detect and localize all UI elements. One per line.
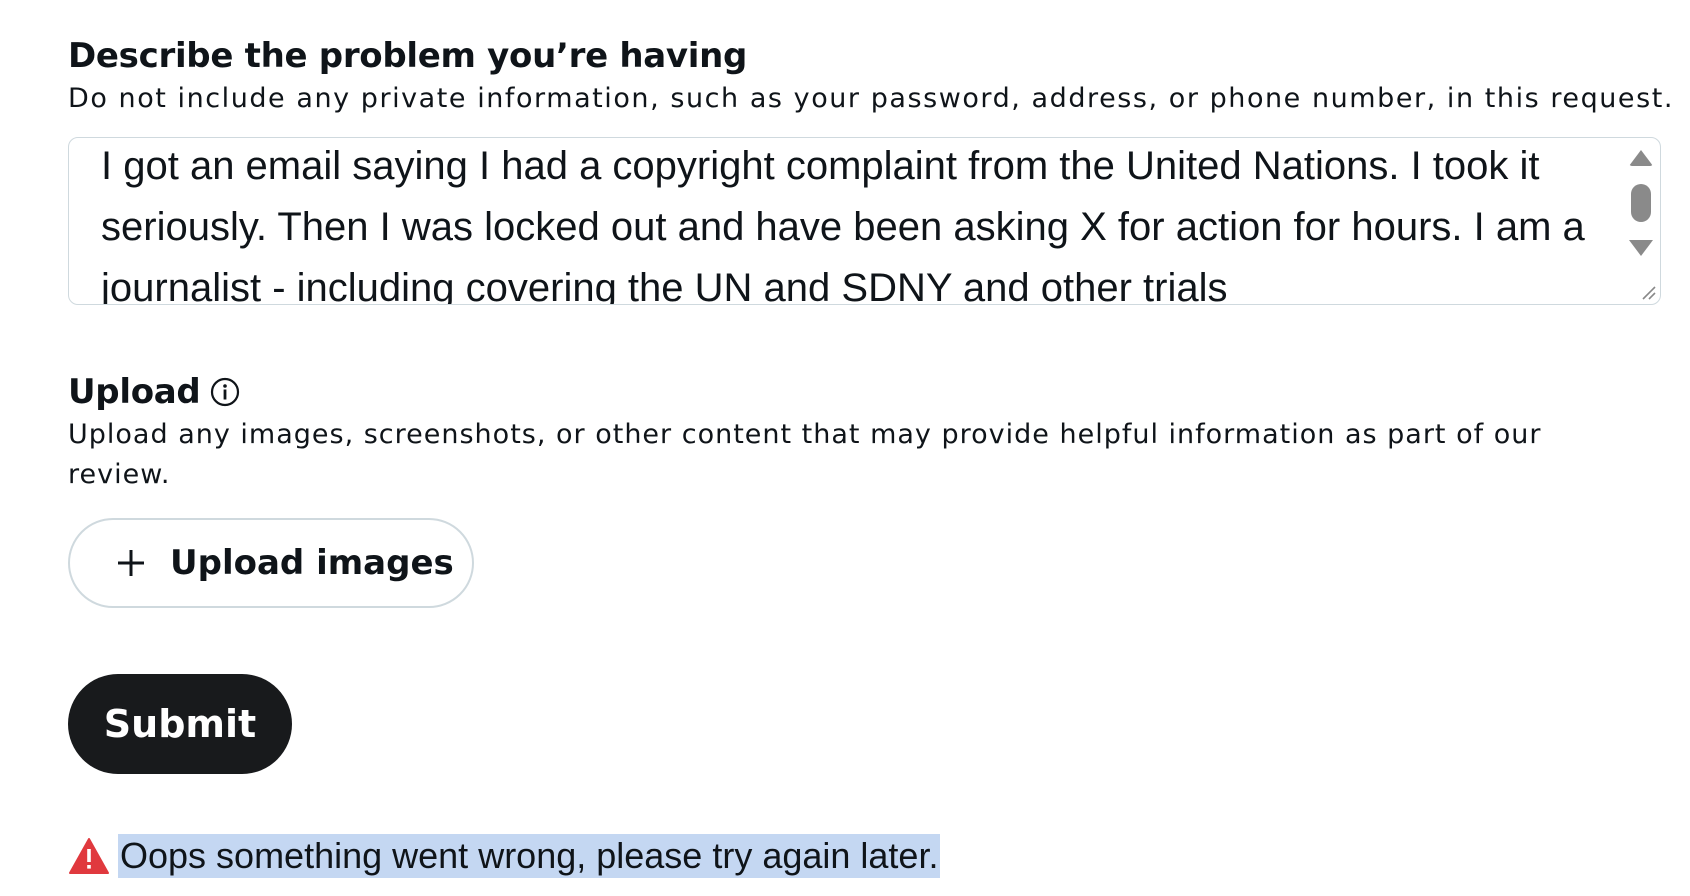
error-message: Oops something went wrong, please try ag… xyxy=(118,834,941,878)
upload-images-label: Upload images xyxy=(170,543,454,583)
resize-handle-icon[interactable] xyxy=(1639,283,1657,301)
problem-title: Describe the problem you’re having xyxy=(68,36,748,76)
submit-button[interactable]: Submit xyxy=(68,674,292,774)
scroll-down-arrow-icon[interactable] xyxy=(1629,240,1653,256)
upload-title-row: Upload xyxy=(68,372,240,412)
scroll-thumb[interactable] xyxy=(1631,184,1651,222)
warning-triangle-icon xyxy=(69,838,109,874)
textarea-scrollbar[interactable] xyxy=(1624,138,1660,304)
problem-description-text[interactable]: I got an email saying I had a copyright … xyxy=(101,138,1601,304)
upload-subtitle: Upload any images, screenshots, or other… xyxy=(68,419,1542,490)
scroll-up-arrow-icon[interactable] xyxy=(1629,150,1653,166)
problem-subtitle: Do not include any private information, … xyxy=(68,83,1674,114)
upload-images-button[interactable]: Upload images xyxy=(68,518,474,608)
info-circle-icon[interactable] xyxy=(210,377,240,407)
report-form: Describe the problem you’re having Do no… xyxy=(0,0,1690,896)
error-message-row: Oops something went wrong, please try ag… xyxy=(68,834,941,878)
plus-icon xyxy=(118,550,144,576)
problem-description-textarea[interactable]: I got an email saying I had a copyright … xyxy=(68,137,1661,305)
upload-title: Upload xyxy=(68,372,201,412)
